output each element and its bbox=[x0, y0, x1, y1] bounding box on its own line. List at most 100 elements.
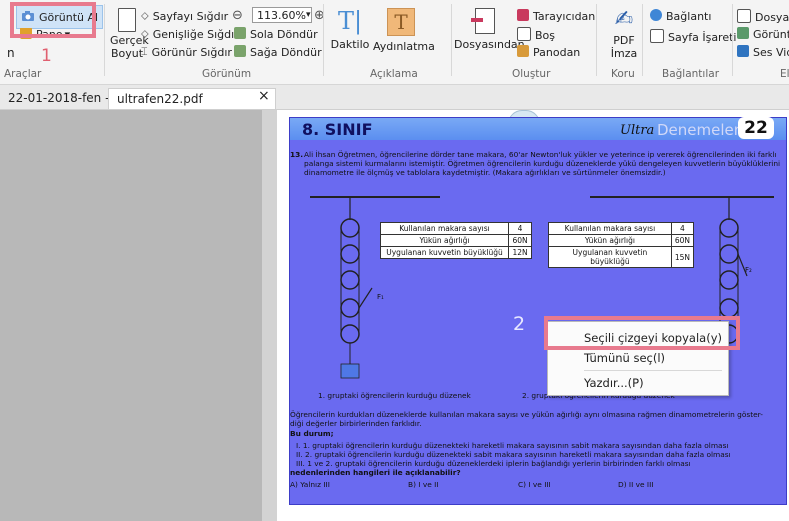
fit-visible-button[interactable]: ⌶ Görünür Sığdır bbox=[141, 45, 232, 59]
document-tab-bar: 22-01-2018-fen -... ultrafen22.pdf × bbox=[0, 85, 789, 110]
blank-page-label: Boş bbox=[535, 29, 556, 42]
table-row: Yükün ağırlığı 60N bbox=[548, 234, 695, 247]
fit-visible-icon: ⌶ bbox=[141, 45, 148, 58]
group-label-aciklama: Açıklama bbox=[370, 68, 418, 80]
table-cell: 12N bbox=[508, 246, 532, 259]
highlight-button[interactable]: T Aydınlatma bbox=[373, 8, 435, 53]
highlight-icon: T bbox=[387, 8, 415, 36]
table-cell: 4 bbox=[670, 222, 695, 235]
table-row: Uygulanan kuvvetin büyüklüğü 15N bbox=[548, 246, 695, 268]
rotate-left-button[interactable]: Sola Döndür bbox=[234, 27, 318, 42]
from-clipboard-label: Panodan bbox=[533, 46, 581, 59]
from-clipboard-button[interactable]: Panodan bbox=[517, 45, 580, 60]
highlight-box-snapshot bbox=[10, 2, 96, 38]
audio-video-label: Ses Vid bbox=[753, 46, 789, 59]
blank-page-button[interactable]: Boş bbox=[517, 27, 555, 44]
question-line-2: palanga sistemi kurmalarını istemiştir. … bbox=[304, 159, 781, 168]
table-cell: Uygulanan kuvvetin büyüklüğü bbox=[548, 246, 672, 268]
fit-width-button[interactable]: ⬦ Genişliğe Sığdır bbox=[141, 27, 239, 41]
menu-divider bbox=[584, 370, 722, 371]
body-line-2: diği değerler birbirlerinden farklıdır. bbox=[290, 419, 422, 428]
data-table-2: Kullanılan makara sayısı 4 Yükün ağırlığı… bbox=[548, 222, 695, 268]
pdf-sign-label: PDF İmza bbox=[610, 34, 638, 60]
rotate-left-label: Sola Döndür bbox=[250, 28, 318, 41]
table-row: Uygulanan kuvvetin büyüklüğü 12N bbox=[379, 246, 532, 259]
fit-page-button[interactable]: ⬦ Sayfayı Sığdır bbox=[141, 9, 228, 23]
table-cell: Yükün ağırlığı bbox=[548, 234, 672, 247]
statement-1: I. 1. gruptaki öğrencilerin kurduğu düze… bbox=[296, 441, 729, 450]
bookmark-button[interactable]: Sayfa İşareti bbox=[650, 29, 736, 46]
group-label-araclar: Araçlar bbox=[4, 68, 42, 80]
image-insert-button[interactable]: Görüntü bbox=[737, 27, 789, 42]
actual-size-button[interactable]: Gerçek Boyut bbox=[110, 8, 149, 60]
table-cell: Kullanılan makara sayısı bbox=[548, 222, 672, 235]
answer-b: B) I ve II bbox=[408, 480, 439, 489]
bu-durum-label: Bu durum; bbox=[290, 429, 334, 438]
hidden-tool-label: n bbox=[7, 46, 15, 60]
group-label-olustur: Oluştur bbox=[512, 68, 551, 80]
fit-width-label: Genişliğe Sığdır bbox=[152, 27, 239, 41]
table-cell: 60N bbox=[508, 234, 532, 247]
zoom-value: 113.60% bbox=[257, 8, 306, 22]
rotate-right-label: Sağa Döndür bbox=[250, 46, 322, 59]
bookmark-icon bbox=[650, 29, 664, 46]
table-cell: 4 bbox=[508, 222, 532, 235]
zoom-out-icon: ⊖ bbox=[232, 8, 243, 23]
force-label-2: F₂ bbox=[745, 266, 752, 274]
force-label-1: F₁ bbox=[377, 293, 384, 301]
zoom-out-button[interactable]: ⊖ bbox=[232, 8, 243, 23]
link-label: Bağlantı bbox=[666, 10, 712, 23]
table-row: Yükün ağırlığı 60N bbox=[379, 234, 532, 247]
from-file-label: Dosyasından bbox=[454, 38, 525, 51]
table-cell: Uygulanan kuvvetin büyüklüğü bbox=[379, 246, 510, 259]
ribbon-toolbar: Görüntü Al Pano ▾ n Araçlar 1 Gerçek Boy… bbox=[0, 0, 789, 85]
image-insert-label: Görüntü bbox=[753, 28, 789, 41]
bookmark-label: Sayfa İşareti bbox=[668, 31, 737, 44]
snapshot-selection[interactable]: 8. SINIF Ultra Denemeler 22 13. Ali İhsa… bbox=[289, 117, 787, 505]
fit-visible-label: Görünür Sığdır bbox=[151, 45, 232, 59]
audio-video-button[interactable]: Ses Vid bbox=[737, 45, 789, 60]
page-number: 22 bbox=[738, 117, 774, 139]
pen-sign-icon: ✍ bbox=[614, 7, 634, 32]
print-item[interactable]: Yazdır...(P) bbox=[548, 373, 728, 393]
fit-page-label: Sayfayı Sığdır bbox=[152, 9, 229, 23]
from-scanner-button[interactable]: Tarayıcıdan bbox=[517, 9, 595, 24]
file-plus-icon bbox=[471, 8, 495, 34]
zoom-select[interactable]: 113.60% ▾ bbox=[252, 7, 312, 23]
step-number-2: 2 bbox=[513, 313, 526, 335]
typewriter-button[interactable]: T| Daktilo bbox=[328, 8, 372, 51]
group-label-ekle: El bbox=[780, 68, 789, 80]
from-scanner-label: Tarayıcıdan bbox=[533, 10, 596, 23]
table-cell: 60N bbox=[670, 234, 695, 247]
tab-label: ultrafen22.pdf bbox=[117, 92, 203, 106]
link-button[interactable]: Bağlantı bbox=[650, 9, 711, 24]
caption-group-1: 1. gruptaki öğrencilerin kurduğu düzenek bbox=[318, 391, 471, 400]
close-tab-icon[interactable]: × bbox=[258, 88, 270, 104]
select-all-item[interactable]: Tümünü seç(l) bbox=[548, 348, 728, 368]
answer-d: D) II ve III bbox=[618, 480, 654, 489]
navigation-pane bbox=[0, 110, 262, 521]
question-end: nedenlerinden hangileri ile açıklanabili… bbox=[290, 468, 461, 477]
pdf-sign-button[interactable]: ✍ PDF İmza bbox=[602, 6, 646, 60]
table-row: Kullanılan makara sayısı 4 bbox=[548, 222, 695, 235]
rotate-right-button[interactable]: Sağa Döndür bbox=[234, 45, 322, 60]
fit-width-icon: ⬦ bbox=[141, 27, 149, 40]
page-icon bbox=[118, 8, 136, 32]
brand-ultra: Ultra bbox=[620, 123, 655, 138]
blank-page-icon bbox=[517, 27, 531, 44]
file-attach-button[interactable]: Dosya E bbox=[737, 9, 789, 26]
brand-denemeler: Denemeler bbox=[657, 121, 740, 139]
rotate-right-icon bbox=[234, 45, 246, 60]
clipboard-icon bbox=[517, 45, 529, 60]
question-number: 13. bbox=[290, 150, 304, 159]
answer-c: C) I ve III bbox=[518, 480, 551, 489]
answer-a: A) Yalnız III bbox=[290, 480, 330, 489]
attach-file-icon bbox=[737, 9, 751, 26]
body-line-1: Öğrencilerin kurdukları düzeneklerde kul… bbox=[290, 410, 763, 419]
typewriter-label: Daktilo bbox=[330, 38, 370, 51]
rotate-left-icon bbox=[234, 27, 246, 42]
statement-2: II. 2. gruptaki öğrencilerin kurduğu düz… bbox=[296, 450, 731, 459]
scanner-icon bbox=[517, 9, 529, 24]
from-file-button[interactable]: Dosyasından bbox=[454, 8, 525, 51]
tab-document-2[interactable]: ultrafen22.pdf bbox=[108, 88, 276, 109]
